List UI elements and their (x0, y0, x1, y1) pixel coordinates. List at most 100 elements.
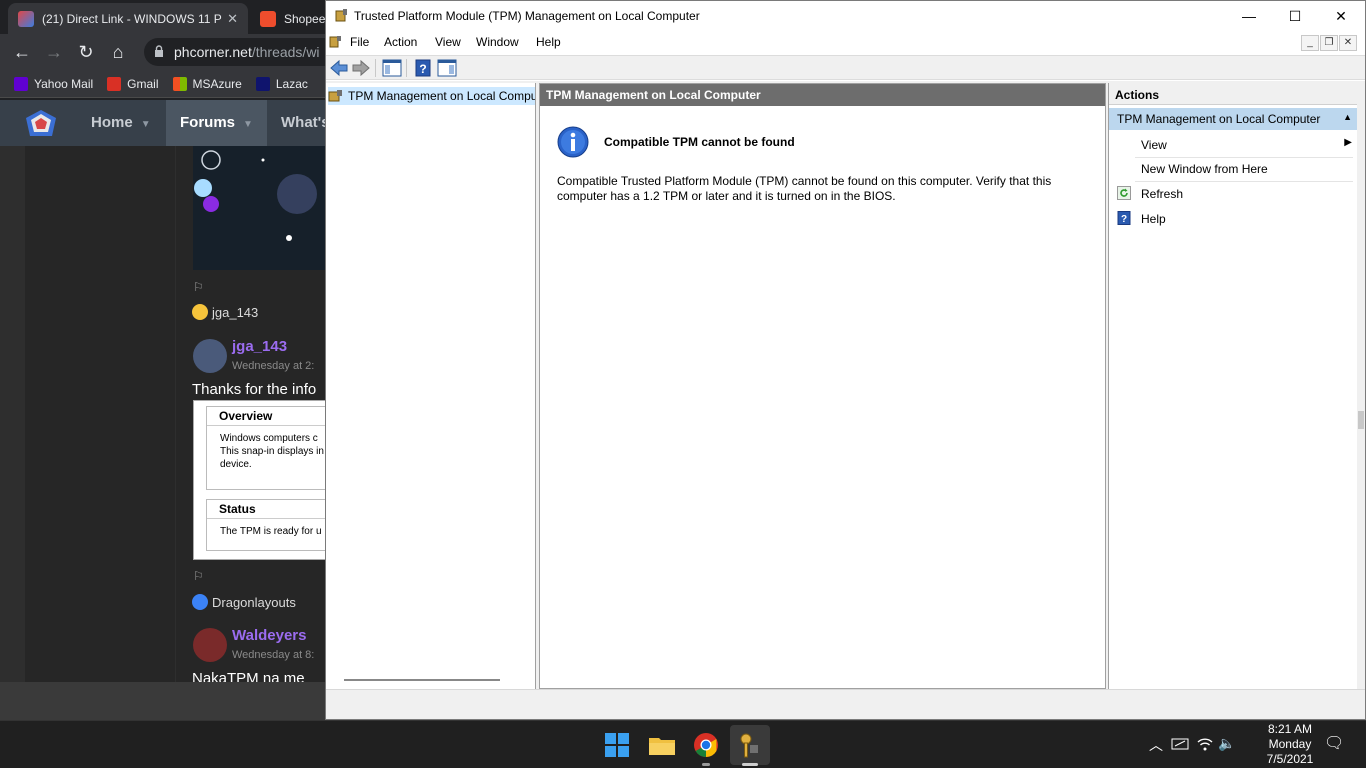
actions-header: Actions (1109, 83, 1357, 105)
attached-screenshot-thumbnail[interactable] (193, 146, 326, 270)
console-icon[interactable] (329, 35, 343, 49)
help-icon[interactable]: ? (413, 59, 433, 77)
tab-close-icon[interactable]: ✕ (227, 11, 238, 27)
nav-whats-new[interactable]: What's (281, 100, 330, 146)
menu-view[interactable]: View (435, 35, 461, 49)
tpm-management-taskbar-button[interactable] (730, 725, 770, 765)
tpm-key-icon (740, 733, 758, 758)
reaction-summary[interactable]: jga_143 (192, 304, 258, 320)
chrome-icon[interactable] (690, 729, 722, 761)
actions-section-label: TPM Management on Local Computer (1117, 112, 1321, 126)
shopee-favicon-icon (260, 10, 276, 27)
volume-icon[interactable]: 🔈 (1218, 735, 1235, 752)
mdi-restore-button[interactable]: ❐ (1320, 35, 1338, 51)
reload-icon[interactable]: ↻ (70, 42, 102, 63)
svg-text:?: ? (419, 62, 426, 76)
bookmark-gmail[interactable]: Gmail (107, 76, 159, 91)
bookmark-msazure[interactable]: MSAzure (172, 76, 242, 91)
system-clock[interactable]: 8:21 AM Monday 7/5/2021 (1250, 722, 1330, 767)
window-title: Trusted Platform Module (TPM) Management… (354, 9, 700, 23)
post-text: NakaTPM na me (192, 670, 305, 682)
back-arrow-icon[interactable]: ← (6, 42, 38, 63)
post-username[interactable]: Waldeyers (232, 627, 306, 644)
notifications-icon[interactable]: 🗨 (1324, 733, 1344, 753)
avatar[interactable] (193, 339, 227, 373)
browser-tab-direct-link[interactable]: (21) Direct Link - WINDOWS 11 P ✕ (8, 3, 248, 34)
horizontal-scrollbar[interactable] (344, 679, 500, 681)
heart-eyes-emoji-icon (192, 304, 208, 320)
vertical-scrollbar[interactable] (1357, 81, 1365, 689)
status-bar (326, 689, 1365, 719)
result-pane-header: TPM Management on Local Computer (540, 84, 1105, 106)
menu-window[interactable]: Window (476, 35, 519, 49)
tpm-management-window: Trusted Platform Module (TPM) Management… (325, 0, 1366, 720)
thread-content: ⚐ jga_143 jga_143 Wednesday at 2: Thanks… (176, 146, 326, 682)
tab-title: Shopee (284, 11, 326, 26)
phcorner-logo-icon[interactable] (24, 108, 58, 140)
url-host: phcorner.net (174, 44, 252, 60)
bookmark-yahoo-mail[interactable]: Yahoo Mail (14, 76, 93, 91)
maximize-button[interactable]: ☐ (1272, 1, 1318, 31)
bookmark-lazada[interactable]: Lazac (255, 76, 308, 91)
show-hidden-icons-chevron-icon[interactable]: ︿ (1149, 735, 1163, 755)
toolbar-separator (375, 59, 376, 77)
mdi-close-button[interactable]: ✕ (1339, 35, 1357, 51)
tab-title: (21) Direct Link - WINDOWS 11 P (42, 11, 222, 26)
back-arrow-icon[interactable] (329, 59, 349, 77)
window-titlebar[interactable]: Trusted Platform Module (TPM) Management… (326, 1, 1365, 31)
desktop-wallpaper-image (194, 150, 317, 241)
clock-day: Monday (1268, 737, 1312, 751)
report-flag-icon[interactable]: ⚐ (193, 280, 204, 294)
action-new-window-from-here[interactable]: New Window from Here (1109, 157, 1358, 181)
forward-arrow-icon[interactable]: → (38, 42, 70, 63)
home-icon[interactable]: ⌂ (102, 42, 134, 63)
action-help[interactable]: ? Help (1109, 207, 1358, 231)
chevron-down-icon[interactable]: ▼ (243, 119, 253, 130)
show-hide-console-tree-icon[interactable] (382, 59, 402, 77)
mdi-minimize-button[interactable]: _ (1301, 35, 1319, 51)
collapse-up-icon[interactable]: ▲ (1343, 112, 1352, 122)
overview-heading: Overview (207, 407, 326, 426)
wifi-icon[interactable] (1197, 737, 1213, 751)
console-tree: TPM Management on Local Computer (326, 83, 536, 689)
reaction-summary[interactable]: Dragonlayouts (192, 594, 296, 610)
post-attachment-image[interactable]: Overview Windows computers c This snap-i… (193, 400, 326, 560)
submenu-arrow-icon: ▶ (1344, 137, 1352, 148)
minimize-button[interactable]: — (1226, 1, 1272, 31)
report-flag-icon[interactable]: ⚐ (193, 569, 204, 583)
actions-section-header[interactable]: TPM Management on Local Computer ▲ (1109, 108, 1358, 130)
file-explorer-icon[interactable] (646, 729, 678, 761)
avatar[interactable] (193, 628, 227, 662)
menu-help[interactable]: Help (536, 35, 561, 49)
overview-box: Overview Windows computers c This snap-i… (206, 406, 326, 490)
close-button[interactable]: ✕ (1318, 1, 1364, 31)
lazada-icon (255, 76, 270, 91)
result-pane: TPM Management on Local Computer Compati… (539, 83, 1106, 689)
chevron-down-icon[interactable]: ▼ (141, 119, 151, 130)
actions-pane: Actions TPM Management on Local Computer… (1108, 83, 1358, 689)
forward-arrow-icon[interactable] (351, 59, 371, 77)
refresh-icon (1117, 186, 1131, 200)
show-hide-action-pane-icon[interactable] (437, 59, 457, 77)
scrollbar-thumb[interactable] (1358, 411, 1364, 429)
tree-node-tpm-management[interactable]: TPM Management on Local Computer (328, 87, 535, 105)
nav-forums[interactable]: Forums ▼ (166, 100, 267, 146)
post-date: Wednesday at 2: (232, 360, 315, 372)
windows-taskbar: ︿ 🔈 8:21 AM Monday 7/5/2021 🗨 (0, 720, 1366, 768)
action-refresh[interactable]: Refresh (1109, 182, 1358, 206)
nav-home[interactable]: Home ▼ (91, 100, 151, 146)
microsoft-icon (172, 76, 187, 91)
tpm-chip-icon (328, 90, 342, 102)
menu-action[interactable]: Action (384, 35, 417, 49)
clock-time: 8:21 AM (1267, 722, 1313, 736)
status-text: The TPM is ready for u (220, 526, 322, 537)
reaction-user: jga_143 (212, 304, 259, 320)
input-indicator-icon[interactable] (1171, 737, 1189, 751)
start-windows-icon[interactable] (601, 729, 633, 761)
post-username[interactable]: jga_143 (232, 338, 287, 355)
action-view[interactable]: View ▶ (1109, 133, 1358, 157)
menu-file[interactable]: File (350, 35, 369, 49)
action-label: Refresh (1141, 187, 1184, 201)
phcorner-favicon-icon (18, 10, 34, 27)
nav-forums-label: Forums (180, 114, 236, 131)
